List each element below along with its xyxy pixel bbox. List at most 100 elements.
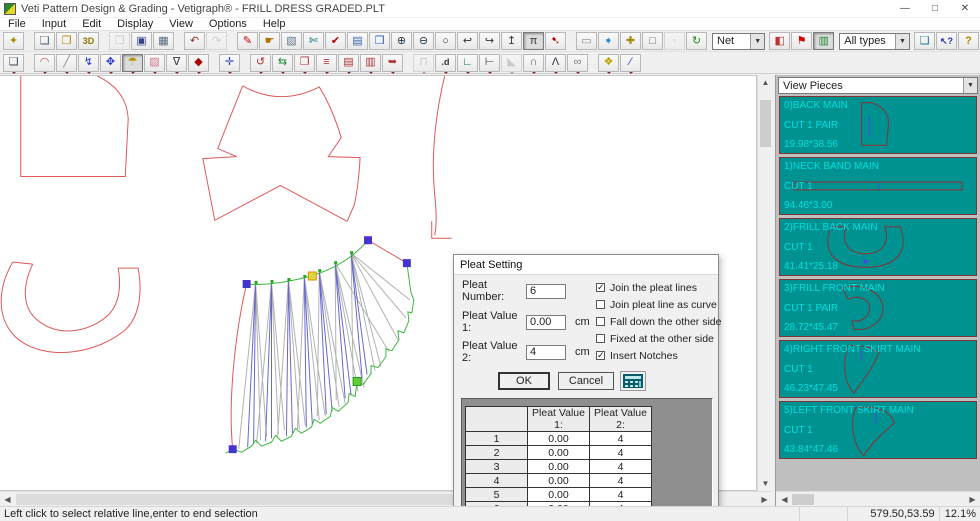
- snip-tool[interactable]: ✄: [303, 32, 324, 50]
- move-point-tool[interactable]: ✥: [100, 53, 121, 74]
- compass-tool[interactable]: Λ: [545, 53, 566, 74]
- piece-card-back-main[interactable]: 0)BACK MAIN CUT 1 PAIR 19.98*38.56: [779, 96, 977, 154]
- save-button[interactable]: ▣: [131, 32, 152, 50]
- ruler-tool[interactable]: ◣: [501, 53, 522, 74]
- chevron-down-icon[interactable]: ▼: [750, 33, 765, 49]
- cancel-button[interactable]: Cancel: [558, 372, 614, 390]
- scroll-left-icon[interactable]: ◀: [778, 492, 791, 507]
- menu-item[interactable]: Help: [255, 18, 294, 31]
- pen-tool[interactable]: ✎: [237, 32, 258, 50]
- scroll-down-icon[interactable]: ▼: [758, 476, 773, 491]
- minimize-button[interactable]: —: [890, 0, 920, 18]
- pleat-number-input[interactable]: 6: [526, 283, 566, 299]
- checkbox-icon[interactable]: [596, 317, 605, 326]
- vscroll-thumb[interactable]: [760, 100, 771, 147]
- zoom-in-button[interactable]: ⊕: [391, 32, 412, 50]
- menu-item[interactable]: Edit: [74, 18, 109, 31]
- new-document-button[interactable]: ❏: [34, 32, 55, 50]
- remove-piece-button[interactable]: ➷: [545, 32, 566, 50]
- insert-notches-checkbox[interactable]: Insert Notches: [596, 347, 721, 364]
- size-table-button[interactable]: ▤: [347, 32, 368, 50]
- menu-item[interactable]: Options: [201, 18, 255, 31]
- sheet-piece-tool[interactable]: ▤: [338, 53, 359, 74]
- checkbox-icon[interactable]: [596, 283, 605, 292]
- join-pleat-curve-checkbox[interactable]: Join pleat line as curve: [596, 296, 721, 313]
- maximize-button[interactable]: □: [920, 0, 950, 18]
- tips-button[interactable]: ?: [958, 32, 979, 50]
- open-file-button[interactable]: ❐: [56, 32, 77, 50]
- pleat-value-2-input[interactable]: 4: [526, 344, 566, 360]
- flip-piece-tool[interactable]: ⇆: [272, 53, 293, 74]
- table-row[interactable]: 2 0.00 4: [465, 445, 652, 460]
- view-up-button[interactable]: ↥: [501, 32, 522, 50]
- zoom-out-button[interactable]: ⊖: [413, 32, 434, 50]
- chevron-down-icon[interactable]: ▼: [895, 33, 909, 49]
- menu-item[interactable]: View: [161, 18, 201, 31]
- view-prev-button[interactable]: ↩: [457, 32, 478, 50]
- fall-down-other-side-checkbox[interactable]: Fall down the other side: [596, 313, 721, 330]
- zoom-window-button[interactable]: ○: [435, 32, 456, 50]
- pleat-value-1-input[interactable]: 0.00: [526, 314, 566, 330]
- redo-button[interactable]: ↷: [206, 32, 227, 50]
- stack-piece-tool[interactable]: ≡: [316, 53, 337, 74]
- curve-tool[interactable]: ◠: [34, 53, 55, 74]
- close-button[interactable]: ✕: [950, 0, 980, 18]
- type-columns-button[interactable]: ▥: [813, 32, 835, 50]
- dialog-title-bar[interactable]: Pleat Setting: [454, 255, 718, 275]
- piece-card-neck-band[interactable]: 1)NECK BAND MAIN CUT 1 94.46*3.00: [779, 157, 977, 215]
- scroll-left-icon[interactable]: ◀: [0, 492, 15, 507]
- line-tool[interactable]: ╱: [56, 53, 77, 74]
- corner-axis-tool[interactable]: ∟: [457, 53, 478, 74]
- align-tool[interactable]: ⊢: [479, 53, 500, 74]
- checkbox-icon[interactable]: [596, 351, 605, 360]
- net-mode-combo[interactable]: Net ▼: [712, 32, 766, 50]
- piece-types-combo[interactable]: All types ▼: [839, 32, 910, 50]
- fixed-other-side-checkbox[interactable]: Fixed at the other side: [596, 330, 721, 347]
- piece-card-frill-back[interactable]: 2)FRILL BACK MAIN CUT 1 41.41*25.18: [779, 218, 977, 276]
- seam-tool[interactable]: ◆: [188, 53, 209, 74]
- check-curve-tool[interactable]: ✔: [325, 32, 346, 50]
- pleat-tool[interactable]: ☂: [122, 53, 143, 74]
- table-row[interactable]: 3 0.00 4: [465, 459, 652, 474]
- refresh-button[interactable]: ↻: [686, 32, 707, 50]
- frame-button[interactable]: □: [642, 32, 663, 50]
- panel-hscroll-thumb[interactable]: [792, 494, 814, 505]
- fold-tool[interactable]: ▨: [144, 53, 165, 74]
- table-row[interactable]: 1 0.00 4: [465, 431, 652, 446]
- notch-tool[interactable]: ❖: [598, 53, 619, 74]
- plot-button[interactable]: ❑: [914, 32, 935, 50]
- bench-tool[interactable]: ⊓: [413, 53, 434, 74]
- print-button[interactable]: ▦: [153, 32, 174, 50]
- polyline-tool[interactable]: ↯: [78, 53, 99, 74]
- scroll-right-icon[interactable]: ▶: [966, 492, 979, 507]
- piece-card-right-front-skirt[interactable]: 4)RIGHT FRONT SKIRT MAIN CUT 1 46.23*47.…: [779, 340, 977, 398]
- menu-item[interactable]: Display: [109, 18, 161, 31]
- view-next-button[interactable]: ↪: [479, 32, 500, 50]
- flag-button[interactable]: ⚑: [791, 32, 813, 50]
- work-table-button[interactable]: π: [523, 32, 544, 50]
- fit-view-button[interactable]: ❒: [369, 32, 390, 50]
- view-3d-button[interactable]: 3D: [78, 32, 99, 50]
- key-tool[interactable]: ✦: [3, 32, 24, 50]
- sheet-piece-2-tool[interactable]: ▥: [360, 53, 381, 74]
- panel-horizontal-scrollbar[interactable]: ◀ ▶: [776, 491, 980, 507]
- scroll-up-icon[interactable]: ▲: [758, 75, 773, 90]
- ok-button[interactable]: OK: [498, 372, 550, 390]
- dart-tool[interactable]: ∇: [166, 53, 187, 74]
- checkbox-icon[interactable]: [596, 300, 605, 309]
- axis-tool[interactable]: ✛: [219, 53, 240, 74]
- chain-tool[interactable]: ∞: [567, 53, 588, 74]
- piece-card-frill-front[interactable]: 3)FRILL FRONT MAIN CUT 1 PAIR 28.72*45.4…: [779, 279, 977, 337]
- chevron-down-icon[interactable]: ▼: [963, 78, 977, 93]
- send-piece-button[interactable]: ➧: [598, 32, 619, 50]
- undo-button[interactable]: ↶: [184, 32, 205, 50]
- dimension-text-tool[interactable]: .d: [435, 53, 456, 74]
- join-pleat-lines-checkbox[interactable]: Join the pleat lines: [596, 279, 721, 296]
- menu-item[interactable]: Input: [34, 18, 74, 31]
- piece-box-button[interactable]: ▭: [576, 32, 597, 50]
- table-row[interactable]: 4 0.00 4: [465, 473, 652, 488]
- menu-item[interactable]: File: [0, 18, 34, 31]
- display-mode-button[interactable]: ◧: [769, 32, 791, 50]
- canvas-vertical-scrollbar[interactable]: ▲ ▼: [757, 75, 773, 491]
- scroll-right-icon[interactable]: ▶: [757, 492, 772, 507]
